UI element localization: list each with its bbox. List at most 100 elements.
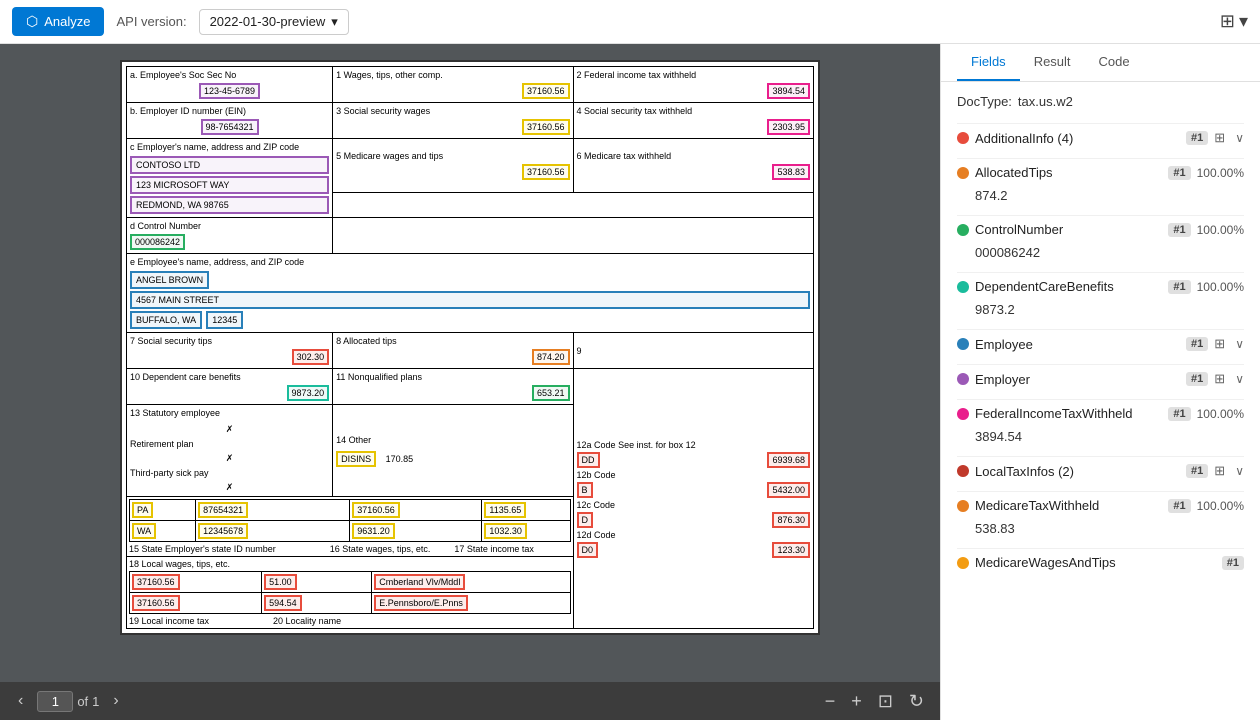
state1: PA [132,502,153,518]
table-icon-additionalinfo: ⊞ [1214,130,1225,146]
locality2: E.Pennsboro/E.Pnns [374,595,468,611]
chevron-additionalinfo: ∨ [1235,131,1244,145]
field-allocatedtips-header[interactable]: AllocatedTips #1 100.00% [957,158,1244,186]
field-federalincometaxwithheld-header[interactable]: FederalIncomeTaxWithheld #1 100.00% [957,399,1244,427]
table-icon-employer: ⊞ [1214,371,1225,387]
statutory-label: 13 Statutory employee [130,408,329,418]
field-value-federalincometaxwithheld: 3894.54 [957,427,1244,450]
field-name-allocatedtips: AllocatedTips [975,165,1162,180]
ss-tips-label: 7 Social security tips [130,336,329,346]
w2-document: a. Employee's Soc Sec No 123-45-6789 1 W… [120,60,820,635]
field-additionalinfo-header[interactable]: AdditionalInfo (4) #1 ⊞ ∨ [957,123,1244,152]
field-federalincometaxwithheld: FederalIncomeTaxWithheld #1 100.00% 3894… [957,399,1244,450]
fed-tax-value: 3894.54 [767,83,810,99]
ss-tax-value: 2303.95 [767,119,810,135]
state-id-num-label: 15 State Employer's state ID number [129,544,276,554]
field-dot-federalincometaxwithheld [957,408,969,420]
ssn-label: a. Employee's Soc Sec No [130,70,329,80]
field-name-employer: Employer [975,372,1180,387]
field-name-additionalinfo: AdditionalInfo (4) [975,131,1180,146]
total-pages: 1 [92,694,99,709]
field-value-dependentcarebenefits: 9873.2 [957,300,1244,323]
zoom-in-button[interactable]: + [847,689,866,714]
nonqual-value: 653.21 [532,385,570,401]
alloc-tips-value: 874.20 [532,349,570,365]
document-viewer: a. Employee's Soc Sec No 123-45-6789 1 W… [0,44,940,720]
field-medicaretaxwithheld: MedicareTaxWithheld #1 100.00% 538.83 [957,491,1244,542]
analyze-label: Analyze [44,14,90,29]
employee-city: BUFFALO, WA [130,311,202,329]
field-badge-employer: #1 [1186,372,1208,386]
tab-fields[interactable]: Fields [957,44,1020,81]
field-dependentcarebenefits: DependentCareBenefits #1 100.00% 9873.2 [957,272,1244,323]
field-badge-federalincometaxwithheld: #1 [1168,407,1190,421]
other-label: 14 Other [336,435,569,445]
rotate-button[interactable]: ↻ [905,689,928,714]
document-content[interactable]: a. Employee's Soc Sec No 123-45-6789 1 W… [0,44,940,682]
tab-result[interactable]: Result [1020,44,1085,81]
employee-addr-label: e Employee's name, address, and ZIP code [130,257,810,267]
med-tax-value: 538.83 [772,164,810,180]
field-medicarewagesandtips-header[interactable]: MedicareWagesAndTips #1 [957,548,1244,576]
chevron-employer: ∨ [1235,372,1244,386]
box12b-val: 5432.00 [767,482,810,498]
other-disins: DISINS [336,451,376,467]
api-label: API version: [116,14,186,29]
other-val: 170.85 [383,453,417,465]
local-tax2: 594.54 [264,595,302,611]
field-conf-medicaretaxwithheld: 100.00% [1197,499,1244,513]
field-badge-dependentcarebenefits: #1 [1168,280,1190,294]
right-panel: Fields Result Code DocType: tax.us.w2 Ad… [940,44,1260,720]
state-tax2: 1032.30 [484,523,527,539]
fit-button[interactable]: ⊡ [874,689,897,714]
fields-list: AdditionalInfo (4) #1 ⊞ ∨ AllocatedTips … [957,123,1244,576]
field-localtaxinfos: LocalTaxInfos (2) #1 ⊞ ∨ [957,456,1244,485]
field-controlnumber-header[interactable]: ControlNumber #1 100.00% [957,215,1244,243]
local-wages-label: 18 Local wages, tips, etc. [129,559,571,569]
statutory-check: ✗ [226,424,234,434]
field-dependentcarebenefits-header[interactable]: DependentCareBenefits #1 100.00% [957,272,1244,300]
wages-label: 1 Wages, tips, other comp. [336,70,569,80]
box12b-code: B [577,482,593,498]
field-employee-header[interactable]: Employee #1 ⊞ ∨ [957,329,1244,358]
employer-addr2: REDMOND, WA 98765 [130,196,329,214]
prev-page-button[interactable]: ‹ [12,690,29,712]
page-number-input[interactable] [37,691,73,712]
box12c-code: D [577,512,594,528]
api-version-value: 2022-01-30-preview [210,14,326,29]
field-employee: Employee #1 ⊞ ∨ [957,329,1244,358]
field-controlnumber: ControlNumber #1 100.00% 000086242 [957,215,1244,266]
field-dot-localtaxinfos [957,465,969,477]
employee-zip: 12345 [206,311,243,329]
next-page-button[interactable]: › [107,690,124,712]
box12d-val: 123.30 [772,542,810,558]
box12a-code: DD [577,452,600,468]
employer-name: CONTOSO LTD [130,156,329,174]
panel-body[interactable]: DocType: tax.us.w2 AdditionalInfo (4) #1… [941,82,1260,720]
field-name-localtaxinfos: LocalTaxInfos (2) [975,464,1180,479]
analyze-icon: ⬡ [26,13,38,30]
locality-name-label: 20 Locality name [273,616,341,626]
dep-care-label: 10 Dependent care benefits [130,372,329,382]
field-dot-employee [957,338,969,350]
zoom-out-button[interactable]: − [821,689,840,714]
field-badge-employee: #1 [1186,337,1208,351]
layers-chevron-icon: ▾ [1239,11,1248,32]
retirement-check: ✗ [226,453,234,463]
main-area: a. Employee's Soc Sec No 123-45-6789 1 W… [0,44,1260,720]
chevron-localtaxinfos: ∨ [1235,464,1244,478]
ss-tips-value: 302.30 [292,349,330,365]
field-medicaretaxwithheld-header[interactable]: MedicareTaxWithheld #1 100.00% [957,491,1244,519]
state-id2: 12345678 [198,523,248,539]
field-value-allocatedtips: 874.2 [957,186,1244,209]
api-version-selector[interactable]: 2022-01-30-preview ▾ [199,9,349,35]
field-badge-additionalinfo: #1 [1186,131,1208,145]
box12b-label: 12b Code [577,470,810,480]
field-localtaxinfos-header[interactable]: LocalTaxInfos (2) #1 ⊞ ∨ [957,456,1244,485]
layers-button[interactable]: ⊞ ▾ [1220,11,1248,32]
field-dot-controlnumber [957,224,969,236]
tab-code[interactable]: Code [1085,44,1144,81]
analyze-button[interactable]: ⬡ Analyze [12,7,104,36]
field-employer-header[interactable]: Employer #1 ⊞ ∨ [957,364,1244,393]
field-employer: Employer #1 ⊞ ∨ [957,364,1244,393]
